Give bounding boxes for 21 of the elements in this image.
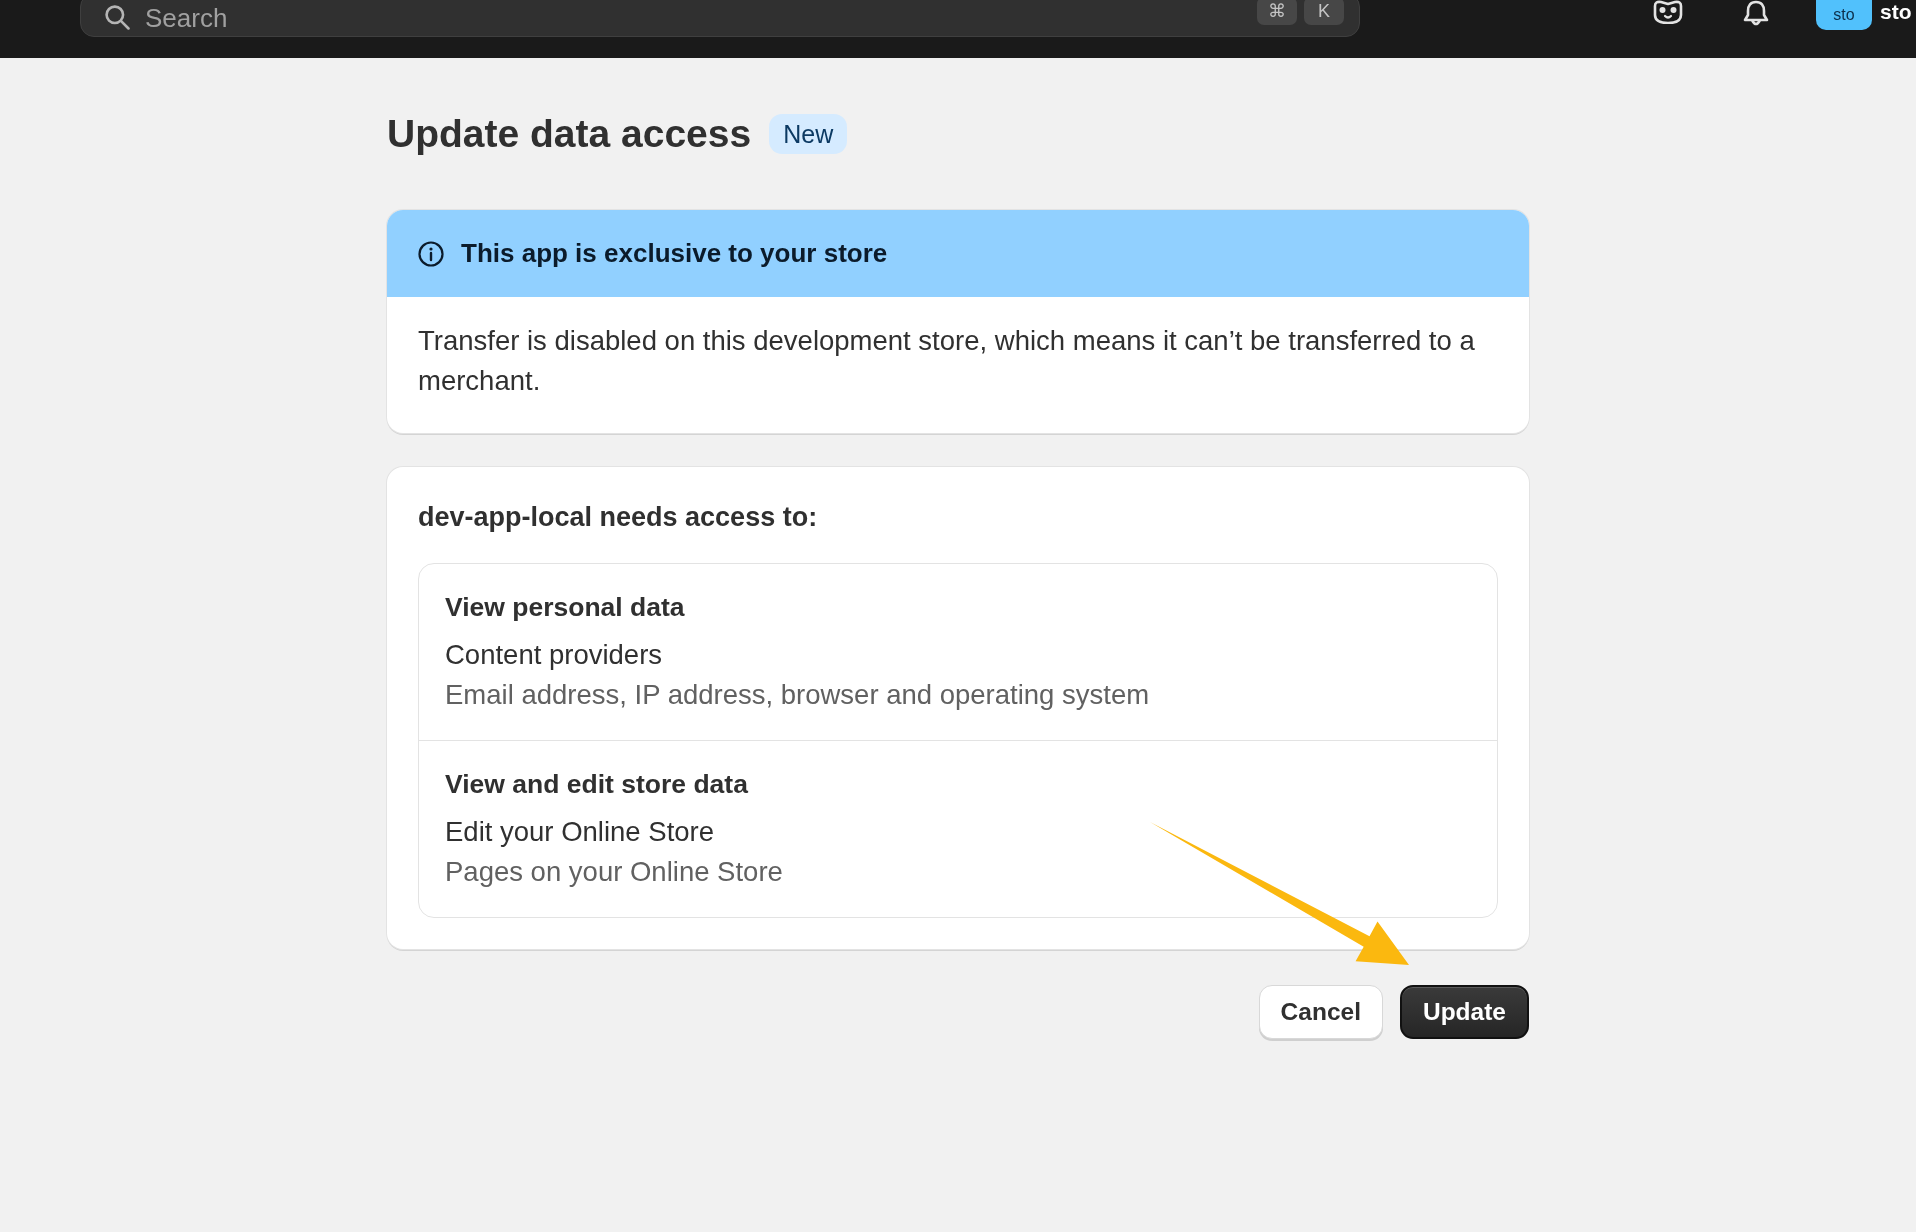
cancel-button[interactable]: Cancel — [1258, 985, 1383, 1039]
access-heading: dev-app-local needs access to: — [418, 501, 819, 534]
shortcut-key: ⌘ — [1257, 0, 1297, 25]
banner-message: Transfer is disabled on this development store, which means it can’t be transferred to a merchant. — [418, 324, 1476, 398]
face-icon[interactable] — [1652, 0, 1684, 24]
banner-title: This app is exclusive to your store — [461, 238, 888, 269]
search-icon — [104, 4, 130, 30]
info-icon — [418, 240, 444, 267]
bell-icon[interactable] — [1742, 0, 1770, 26]
update-button[interactable]: Update — [1399, 985, 1529, 1039]
permission-title: View personal data — [445, 591, 686, 624]
permission-scope: Content providers — [445, 638, 664, 672]
permission-scope: Edit your Online Store — [445, 815, 716, 849]
page-title: Update data access — [387, 111, 752, 157]
store-name[interactable]: sto — [1880, 0, 1912, 24]
permission-detail: Email address, IP address, browser and operating system — [445, 678, 1151, 712]
permission-title: View and edit store data — [445, 768, 750, 801]
new-badge: New — [769, 114, 848, 154]
shortcut-key: K — [1304, 0, 1344, 25]
permission-detail: Pages on your Online Store — [445, 855, 784, 889]
store-avatar[interactable]: sto — [1816, 0, 1872, 30]
